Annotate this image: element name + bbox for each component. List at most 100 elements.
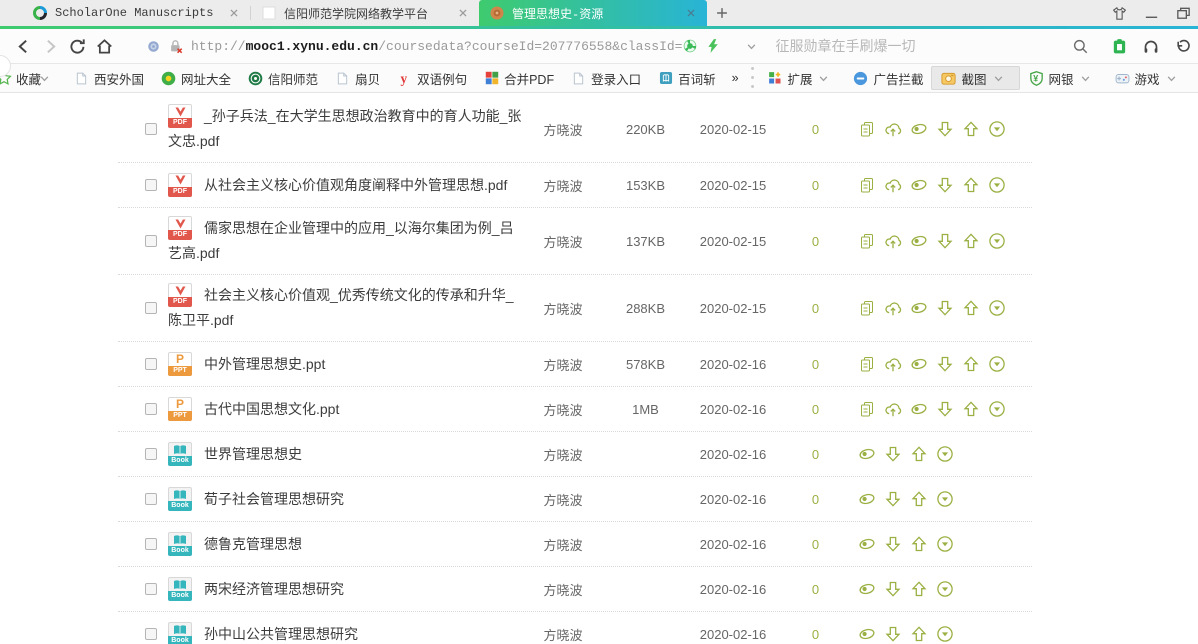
row-checkbox[interactable] [145,179,157,191]
tab-close-icon[interactable] [226,5,242,21]
file-name[interactable]: 古代中国思想文化.ppt [204,401,339,417]
more-action-icon[interactable] [936,580,954,598]
preview-action-icon[interactable] [858,535,876,553]
move-up-action-icon[interactable] [962,355,980,373]
row-checkbox[interactable] [145,493,157,505]
copy-action-icon[interactable] [858,355,876,373]
more-action-icon[interactable] [988,299,1006,317]
download-action-icon[interactable] [936,299,954,317]
file-name[interactable]: 儒家思想在企业管理中的应用_以海尔集团为例_吕艺高.pdf [168,220,514,261]
file-name[interactable]: 从社会主义核心价值观角度阐释中外管理思想.pdf [204,177,507,193]
file-name-cell[interactable]: Book孙中山公共管理思想研究 [168,614,523,644]
chevron-down-icon[interactable] [36,70,53,87]
file-name-cell[interactable]: PDF社会主义核心价值观_优秀传统文化的传承和升华_陈卫平.pdf [168,275,523,341]
copy-action-icon[interactable] [858,232,876,250]
move-up-action-icon[interactable] [962,299,980,317]
download-action-icon[interactable] [936,232,954,250]
download-action-icon[interactable] [884,580,902,598]
chevron-down-icon[interactable] [990,70,1007,87]
browser-tab[interactable]: 信阳师范学院网络教学平台 [251,0,479,26]
row-checkbox[interactable] [145,538,157,550]
move-up-action-icon[interactable] [910,535,928,553]
preview-action-icon[interactable] [910,299,928,317]
more-action-icon[interactable] [988,232,1006,250]
site-info-icon[interactable] [146,39,161,54]
search-box[interactable] [775,33,1090,59]
cloud-upload-action-icon[interactable] [884,120,902,138]
download-action-icon[interactable] [884,535,902,553]
more-action-icon[interactable] [936,490,954,508]
clipboard-collect-icon[interactable] [1108,35,1130,57]
bookmark-item[interactable]: 合并PDF [475,64,562,92]
download-action-icon[interactable] [936,120,954,138]
tab-close-icon[interactable] [455,5,471,21]
move-up-action-icon[interactable] [962,120,980,138]
more-action-icon[interactable] [936,535,954,553]
minimize-icon[interactable] [1142,4,1160,22]
preview-action-icon[interactable] [858,445,876,463]
browser-tab[interactable]: ScholarOne Manuscripts [22,0,250,26]
download-action-icon[interactable] [936,400,954,418]
download-action-icon[interactable] [884,490,902,508]
forward-button[interactable] [41,33,60,59]
cloud-upload-action-icon[interactable] [884,176,902,194]
copy-action-icon[interactable] [858,176,876,194]
new-tab-button[interactable] [707,0,737,26]
more-action-icon[interactable] [988,176,1006,194]
browser-tool-gamepad[interactable]: 游戏 [1106,64,1192,92]
file-name-cell[interactable]: PDF从社会主义核心价值观角度阐释中外管理思想.pdf [168,165,523,206]
bookmark-item[interactable]: 网址大全 [152,64,239,92]
move-up-action-icon[interactable] [910,445,928,463]
address-bar[interactable]: http://mooc1.xynu.edu.cn/coursedata?cour… [138,33,728,59]
browser-tool-screenshot[interactable]: 截图 [931,66,1019,90]
tab-close-icon[interactable] [683,5,699,21]
cloud-upload-action-icon[interactable] [884,355,902,373]
refresh-button[interactable] [68,33,87,59]
row-checkbox[interactable] [145,123,157,135]
listen-mode-headphones-icon[interactable] [1140,35,1162,57]
file-name[interactable]: _孙子兵法_在大学生思想政治教育中的育人功能_张文忠.pdf [168,108,521,149]
bookmark-item[interactable]: 信阳师范 [239,64,326,92]
no-trace-mode-icon[interactable] [682,38,698,54]
more-action-icon[interactable] [988,120,1006,138]
bookmark-item[interactable]: » [724,64,747,92]
back-button[interactable] [14,33,33,59]
move-up-action-icon[interactable] [962,232,980,250]
row-checkbox[interactable] [145,358,157,370]
file-name[interactable]: 荀子社会管理思想研究 [204,491,344,507]
row-checkbox[interactable] [145,583,157,595]
file-name-cell[interactable]: PPPT中外管理思想史.ppt [168,344,523,385]
file-name[interactable]: 中外管理思想史.ppt [204,356,325,372]
move-up-action-icon[interactable] [962,176,980,194]
restore-icon[interactable] [1174,4,1192,22]
cloud-upload-action-icon[interactable] [884,400,902,418]
preview-action-icon[interactable] [858,625,876,643]
chevron-down-icon[interactable] [1163,70,1180,87]
move-up-action-icon[interactable] [910,580,928,598]
file-name-cell[interactable]: PDF儒家思想在企业管理中的应用_以海尔集团为例_吕艺高.pdf [168,208,523,274]
bookmark-item[interactable]: 百词斩 [649,64,724,92]
url-text[interactable]: http://mooc1.xynu.edu.cn/coursedata?cour… [191,39,682,54]
download-action-icon[interactable] [884,625,902,643]
download-action-icon[interactable] [884,445,902,463]
more-action-icon[interactable] [936,625,954,643]
chevron-down-icon[interactable] [1077,70,1094,87]
more-action-icon[interactable] [936,445,954,463]
browser-tool-ad-block[interactable]: 广告拦截 [844,64,931,92]
insecure-lock-icon[interactable] [168,38,184,54]
move-up-action-icon[interactable] [962,400,980,418]
file-name[interactable]: 社会主义核心价值观_优秀传统文化的传承和升华_陈卫平.pdf [168,287,514,328]
preview-action-icon[interactable] [910,400,928,418]
speed-mode-lightning-icon[interactable] [705,38,721,54]
search-input[interactable] [775,38,1070,54]
browser-tool-bank-shield[interactable]: ¥网银 [1020,64,1106,92]
copy-action-icon[interactable] [858,400,876,418]
theme-shirt-icon[interactable] [1110,4,1128,22]
row-checkbox[interactable] [145,628,157,640]
move-up-action-icon[interactable] [910,625,928,643]
file-name-cell[interactable]: PPPT古代中国思想文化.ppt [168,389,523,430]
undo-closed-tab-icon[interactable] [1172,35,1194,57]
preview-action-icon[interactable] [910,176,928,194]
preview-action-icon[interactable] [858,490,876,508]
copy-action-icon[interactable] [858,120,876,138]
